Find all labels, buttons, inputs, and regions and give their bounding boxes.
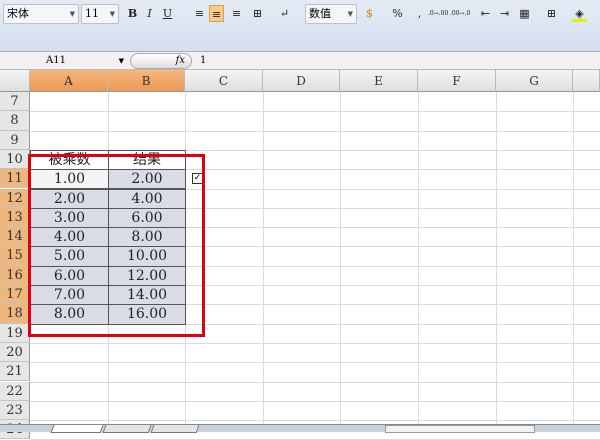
align-left-button[interactable]: ≡ [192, 5, 207, 22]
bold-button[interactable]: B [125, 5, 140, 22]
comma-button[interactable]: , [412, 5, 427, 22]
number-format-select[interactable]: 数值 ▼ [305, 4, 357, 24]
column-header-D[interactable]: D [263, 70, 340, 92]
table-icon: ▦ [519, 7, 530, 20]
align-left-icon: ≡ [194, 7, 205, 20]
currency-button[interactable]: $ [362, 5, 377, 22]
column-header-E[interactable]: E [340, 70, 418, 92]
fill-color-button[interactable]: ◈ [572, 5, 587, 22]
number-format-value: 数值 [309, 7, 331, 20]
row-header-16[interactable]: 16 [0, 265, 30, 285]
gridline [30, 362, 600, 364]
border-icon: ⊞ [546, 7, 557, 20]
italic-button[interactable]: I [142, 5, 157, 22]
wrap-icon: ↵ [279, 7, 290, 20]
gridline [340, 92, 341, 432]
chevron-down-icon: ▼ [69, 10, 75, 18]
gridline [30, 381, 600, 383]
insert-function-button[interactable]: fx [130, 53, 192, 69]
row-header-9[interactable]: 9 [0, 130, 30, 150]
merge-icon: ⊞ [252, 7, 263, 20]
column-header-B[interactable]: B [108, 70, 185, 92]
column-header-A[interactable]: A [30, 70, 108, 92]
row-header-21[interactable]: 21 [0, 362, 30, 382]
sheet-tabs-bar [0, 424, 600, 433]
row-header-14[interactable]: 14 [0, 227, 30, 247]
row-header-15[interactable]: 15 [0, 246, 30, 266]
gridline [263, 92, 264, 432]
chevron-down-icon: ▼ [347, 10, 353, 18]
column-header-C[interactable]: C [185, 70, 263, 92]
row-header-10[interactable]: 10 [0, 149, 30, 170]
align-right-button[interactable]: ≡ [229, 5, 244, 22]
formula-input[interactable]: 1 [200, 52, 206, 70]
row-header-23[interactable]: 23 [0, 400, 30, 421]
font-size-value: 11 [85, 7, 99, 20]
gridline [30, 111, 600, 113]
outdent-icon: ⇤ [480, 7, 491, 20]
chevron-down-icon[interactable]: ▼ [119, 52, 124, 70]
indent-icon: ⇥ [499, 7, 510, 20]
column-header-partial[interactable] [573, 70, 600, 92]
row-header-13[interactable]: 13 [0, 207, 30, 228]
gridline [30, 342, 600, 344]
align-center-icon: ≡ [211, 8, 222, 21]
underline-button[interactable]: U [160, 5, 175, 22]
borders-button[interactable]: ⊞ [544, 5, 559, 22]
row-header-22[interactable]: 22 [0, 381, 30, 401]
select-all-button[interactable] [0, 70, 30, 92]
gridline [30, 400, 600, 402]
format-table-button[interactable]: ▦ [517, 5, 532, 22]
row-header-17[interactable]: 17 [0, 285, 30, 305]
align-right-icon: ≡ [231, 7, 242, 20]
wrap-text-button[interactable]: ↵ [277, 5, 292, 22]
gridline [418, 92, 419, 432]
increase-indent-button[interactable]: ⇥ [497, 5, 512, 22]
formula-bar: A11 ▼ fx 1 [0, 52, 600, 70]
row-header-7[interactable]: 7 [0, 92, 30, 112]
percent-button[interactable]: % [390, 5, 405, 22]
gridline [573, 92, 574, 432]
gridline [30, 420, 600, 422]
font-name-value: 宋体 [7, 7, 29, 20]
column-header-F[interactable]: F [418, 70, 496, 92]
decrease-indent-button[interactable]: ⇤ [478, 5, 493, 22]
row-header-11[interactable]: 11 [0, 169, 30, 189]
name-box[interactable]: A11 ▼ [0, 52, 128, 70]
gridline [496, 92, 497, 432]
row-header-20[interactable]: 20 [0, 342, 30, 363]
ribbon-toolbar: 宋体 ▼ 11 ▼ B I U ≡ ≡ ≡ ⊞ ↵ 数值 ▼ $ % , .0→.00… [0, 0, 600, 52]
font-size-select[interactable]: 11 ▼ [81, 4, 119, 24]
row-header-19[interactable]: 19 [0, 323, 30, 343]
font-name-select[interactable]: 宋体 ▼ [3, 4, 79, 24]
currency-icon: $ [366, 7, 373, 20]
merge-center-button[interactable]: ⊞ [250, 5, 265, 22]
row-header-8[interactable]: 8 [0, 111, 30, 131]
paint-bucket-icon: ◈ [575, 7, 584, 20]
row-header-18[interactable]: 18 [0, 304, 30, 324]
row-header-12[interactable]: 12 [0, 188, 30, 208]
decrease-decimal-button[interactable]: .00→.0 [450, 5, 470, 22]
align-center-button[interactable]: ≡ [209, 5, 224, 22]
gridline [30, 130, 600, 132]
chevron-down-icon: ▼ [109, 10, 115, 18]
name-box-value: A11 [46, 55, 66, 66]
increase-decimal-button[interactable]: .0→.00 [428, 5, 448, 22]
column-header-G[interactable]: G [496, 70, 573, 92]
highlight-box [28, 154, 205, 337]
